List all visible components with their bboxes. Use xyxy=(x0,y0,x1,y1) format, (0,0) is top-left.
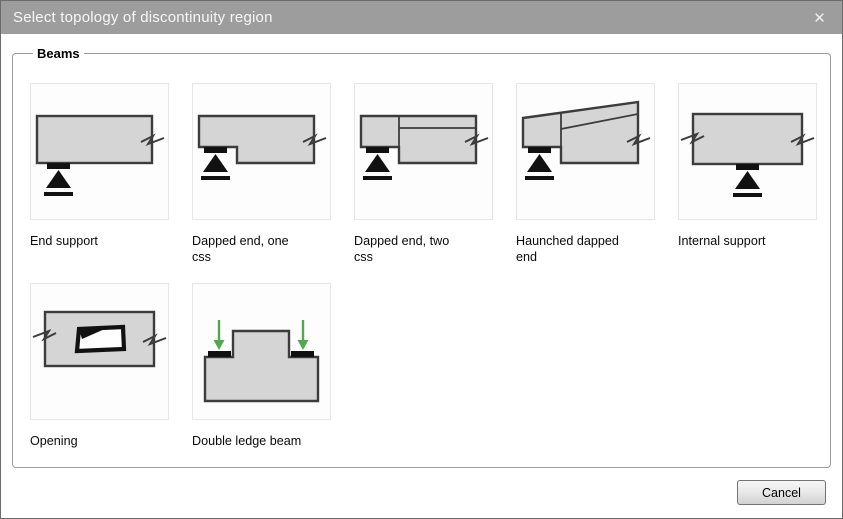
end-support-icon xyxy=(35,114,165,196)
topology-cell: Dapped end, one css xyxy=(192,83,331,283)
topology-option-label: Haunched dapped end xyxy=(516,234,619,265)
beams-group: Beams End support Dapped end, one css Da… xyxy=(12,46,831,468)
topology-cell: Opening xyxy=(30,283,169,483)
topology-cell: Haunched dapped end xyxy=(516,83,655,283)
dapped-end-two-css-icon xyxy=(359,114,489,180)
topology-grid: End support Dapped end, one css Dapped e… xyxy=(30,83,820,483)
dialog-footer: Cancel xyxy=(1,480,842,518)
topology-option-label: End support xyxy=(30,234,98,248)
close-button[interactable]: ✕ xyxy=(797,1,842,34)
topology-cell: Double ledge beam xyxy=(192,283,331,483)
topology-option-dapped-end-one-css[interactable] xyxy=(192,83,331,220)
dialog-title: Select topology of discontinuity region xyxy=(13,9,273,26)
topology-option-label: Dapped end, two css xyxy=(354,234,450,265)
opening-icon xyxy=(32,310,167,368)
topology-option-haunched-dapped-end[interactable] xyxy=(516,83,655,220)
dapped-end-one-css-icon xyxy=(197,114,327,180)
topology-option-label: Opening xyxy=(30,434,78,448)
double-ledge-beam-icon xyxy=(203,320,320,403)
topology-cell: Internal support xyxy=(678,83,817,283)
dialog-window: Select topology of discontinuity region … xyxy=(0,0,843,519)
cancel-button[interactable]: Cancel xyxy=(737,480,826,505)
topology-option-opening[interactable] xyxy=(30,283,169,420)
titlebar: Select topology of discontinuity region … xyxy=(1,1,842,34)
topology-option-label: Internal support xyxy=(678,234,766,248)
close-icon: ✕ xyxy=(813,9,826,27)
topology-option-end-support[interactable] xyxy=(30,83,169,220)
topology-option-label: Dapped end, one css xyxy=(192,234,289,265)
haunched-dapped-end-icon xyxy=(521,100,651,180)
topology-option-dapped-end-two-css[interactable] xyxy=(354,83,493,220)
topology-option-double-ledge-beam[interactable] xyxy=(192,283,331,420)
topology-option-label: Double ledge beam xyxy=(192,434,302,448)
topology-cell: Dapped end, two css xyxy=(354,83,493,283)
internal-support-icon xyxy=(680,112,815,197)
beams-group-label: Beams xyxy=(37,46,80,61)
topology-cell: End support xyxy=(30,83,169,283)
topology-option-internal-support[interactable] xyxy=(678,83,817,220)
